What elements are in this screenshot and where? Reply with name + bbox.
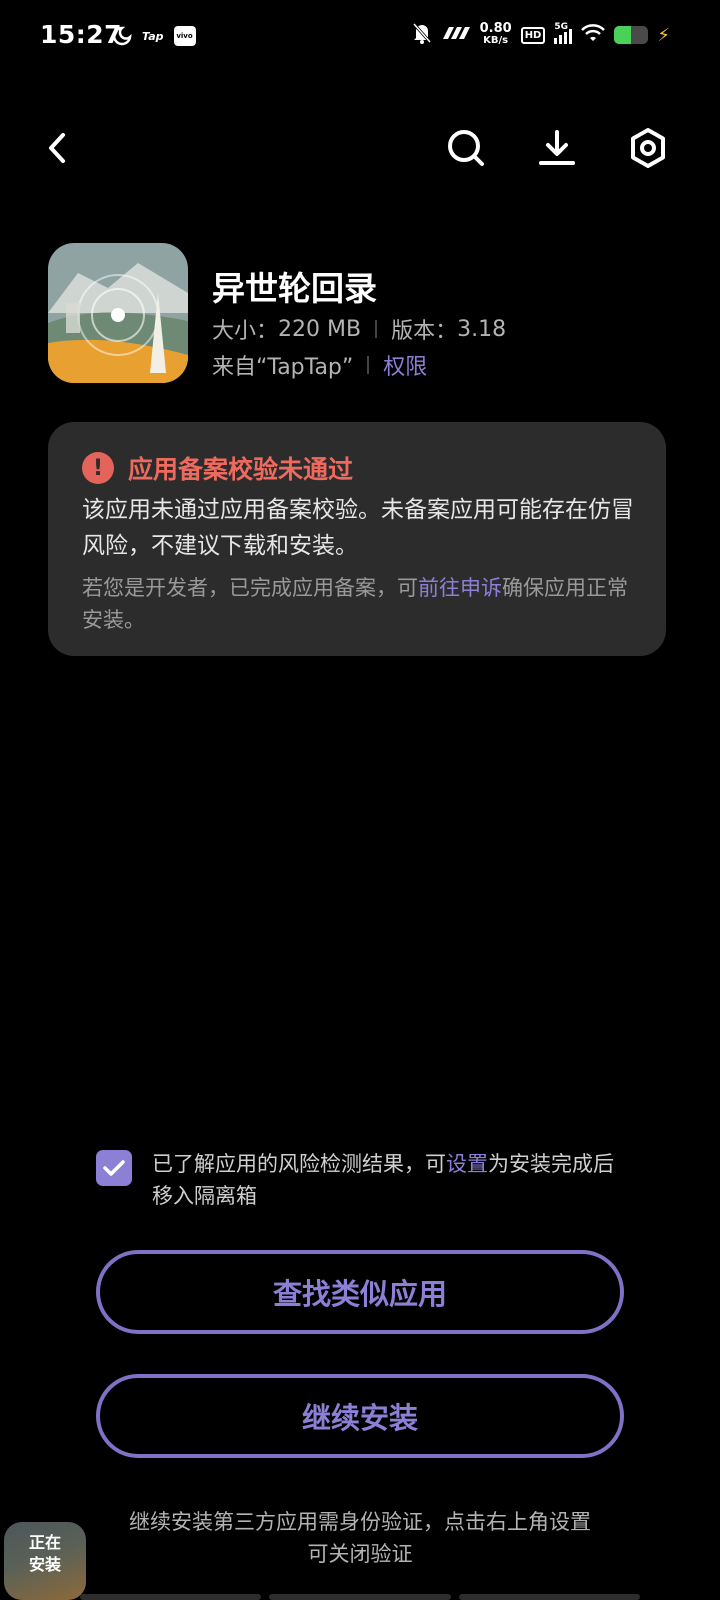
consent-checkbox[interactable] <box>96 1150 132 1186</box>
moon-icon <box>112 26 132 46</box>
app-icon <box>48 243 188 383</box>
version-label: 版本： <box>391 319 458 344</box>
charging-bolt-icon: ⚡ <box>657 24 670 46</box>
status-bar: 15:27 Tap vivo 0.80 KB/s HD 5G ⚡ <box>0 0 720 76</box>
app-source: 来自“TapTap” <box>212 355 354 380</box>
status-left-icons: Tap vivo <box>112 26 196 46</box>
app-source-row: 来自“TapTap” 权限 <box>212 349 427 381</box>
signal-icon: 5G <box>554 22 573 44</box>
source-divider <box>367 356 370 374</box>
search-icon <box>448 130 484 166</box>
consent-text: 已了解应用的风险检测结果，可设置为安装完成后移入隔离箱 <box>152 1148 622 1212</box>
warning-note: 若您是开发者，已完成应用备案，可前往申诉确保应用正常安装。 <box>82 572 638 636</box>
vivo-icon: vivo <box>173 26 196 46</box>
battery-icon <box>614 26 649 44</box>
download-icon <box>539 130 575 165</box>
warning-note-prefix: 若您是开发者，已完成应用备案，可 <box>82 576 418 600</box>
warning-card: ! 应用备案校验未通过 该应用未通过应用备案校验。未备案应用可能存在仿冒风险，不… <box>48 422 666 656</box>
meta-divider <box>375 320 378 338</box>
installing-line1: 正在 <box>28 1533 61 1552</box>
settings-icon <box>631 128 665 168</box>
find-similar-button[interactable]: 查找类似应用 <box>96 1250 624 1334</box>
settings-link[interactable]: 设置 <box>446 1152 488 1176</box>
checkmark-icon <box>103 1160 125 1176</box>
installing-label: 正在 安装 <box>4 1532 86 1576</box>
warning-title: 应用备案校验未通过 <box>128 455 354 484</box>
continue-install-button[interactable]: 继续安装 <box>96 1374 624 1458</box>
size-value: 220 MB <box>278 316 362 342</box>
status-time: 15:27 <box>40 20 123 49</box>
version-value: 3.18 <box>457 316 507 342</box>
hd-badge: HD <box>520 26 546 44</box>
top-nav <box>0 118 720 178</box>
app-meta: 大小： 220 MB 版本： 3.18 <box>212 313 506 345</box>
installing-line2: 安装 <box>28 1555 61 1574</box>
alert-icon: ! <box>82 452 114 484</box>
network-type: 5G <box>554 22 569 32</box>
settings-button[interactable] <box>618 118 678 178</box>
download-button[interactable] <box>527 118 587 178</box>
warning-header: ! 应用备案校验未通过 <box>82 450 353 486</box>
mute-bell-icon <box>412 22 432 48</box>
app-name: 异世轮回录 <box>212 269 377 308</box>
warning-body: 该应用未通过应用备案校验。未备案应用可能存在仿冒风险，不建议下载和安装。 <box>82 497 634 559</box>
consent-text-prefix: 已了解应用的风险检测结果，可 <box>152 1152 446 1176</box>
home-indicator <box>80 1594 640 1600</box>
net-speed: 0.80 KB/s <box>479 21 512 47</box>
back-icon <box>49 133 65 163</box>
search-button[interactable] <box>436 118 496 178</box>
footer-note: 继续安装第三方应用需身份验证，点击右上角设置可关闭验证 <box>129 1510 591 1566</box>
status-right-icons: 0.80 KB/s HD 5G ⚡ <box>412 22 670 48</box>
installing-bubble[interactable]: 正在 安装 <box>4 1522 86 1600</box>
size-label: 大小： <box>212 319 279 344</box>
wifi-icon <box>581 24 606 46</box>
taptap-icon: Tap <box>142 29 164 43</box>
appeal-link[interactable]: 前往申诉 <box>418 576 502 600</box>
net-speed-unit: KB/s <box>483 35 509 46</box>
permissions-link[interactable]: 权限 <box>383 349 427 381</box>
back-button[interactable] <box>28 118 88 178</box>
net-speed-value: 0.80 <box>479 21 512 36</box>
hd-voice-icon <box>441 25 471 45</box>
